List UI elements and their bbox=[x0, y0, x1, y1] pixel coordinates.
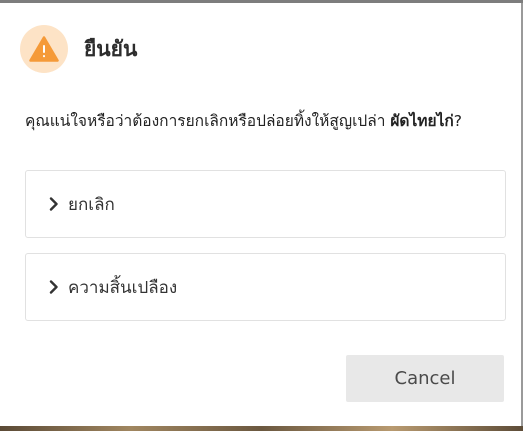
cancel-button[interactable]: Cancel bbox=[346, 355, 504, 402]
message-text: คุณแน่ใจหรือว่าต้องการยกเลิกหรือปล่อยทิ้… bbox=[25, 112, 391, 130]
option-cancel-order[interactable]: ยกเลิก bbox=[25, 170, 506, 238]
option-label: ความสิ้นเปลือง bbox=[68, 277, 178, 298]
message-item-name: ผัดไทยไก่ bbox=[390, 112, 454, 130]
chevron-right-icon bbox=[46, 196, 62, 212]
background-strip bbox=[0, 426, 523, 431]
message-suffix: ? bbox=[453, 112, 463, 130]
option-label: ยกเลิก bbox=[68, 194, 115, 215]
confirm-dialog: ยืนยัน คุณแน่ใจหรือว่าต้องการยกเลิกหรือป… bbox=[0, 3, 523, 426]
option-waste[interactable]: ความสิ้นเปลือง bbox=[25, 253, 506, 321]
chevron-right-icon bbox=[46, 279, 62, 295]
dialog-message: คุณแน่ใจหรือว่าต้องการยกเลิกหรือปล่อยทิ้… bbox=[25, 108, 485, 134]
dialog-header: ยืนยัน bbox=[20, 25, 137, 73]
warning-icon bbox=[20, 25, 68, 73]
dialog-title: ยืนยัน bbox=[84, 36, 138, 61]
